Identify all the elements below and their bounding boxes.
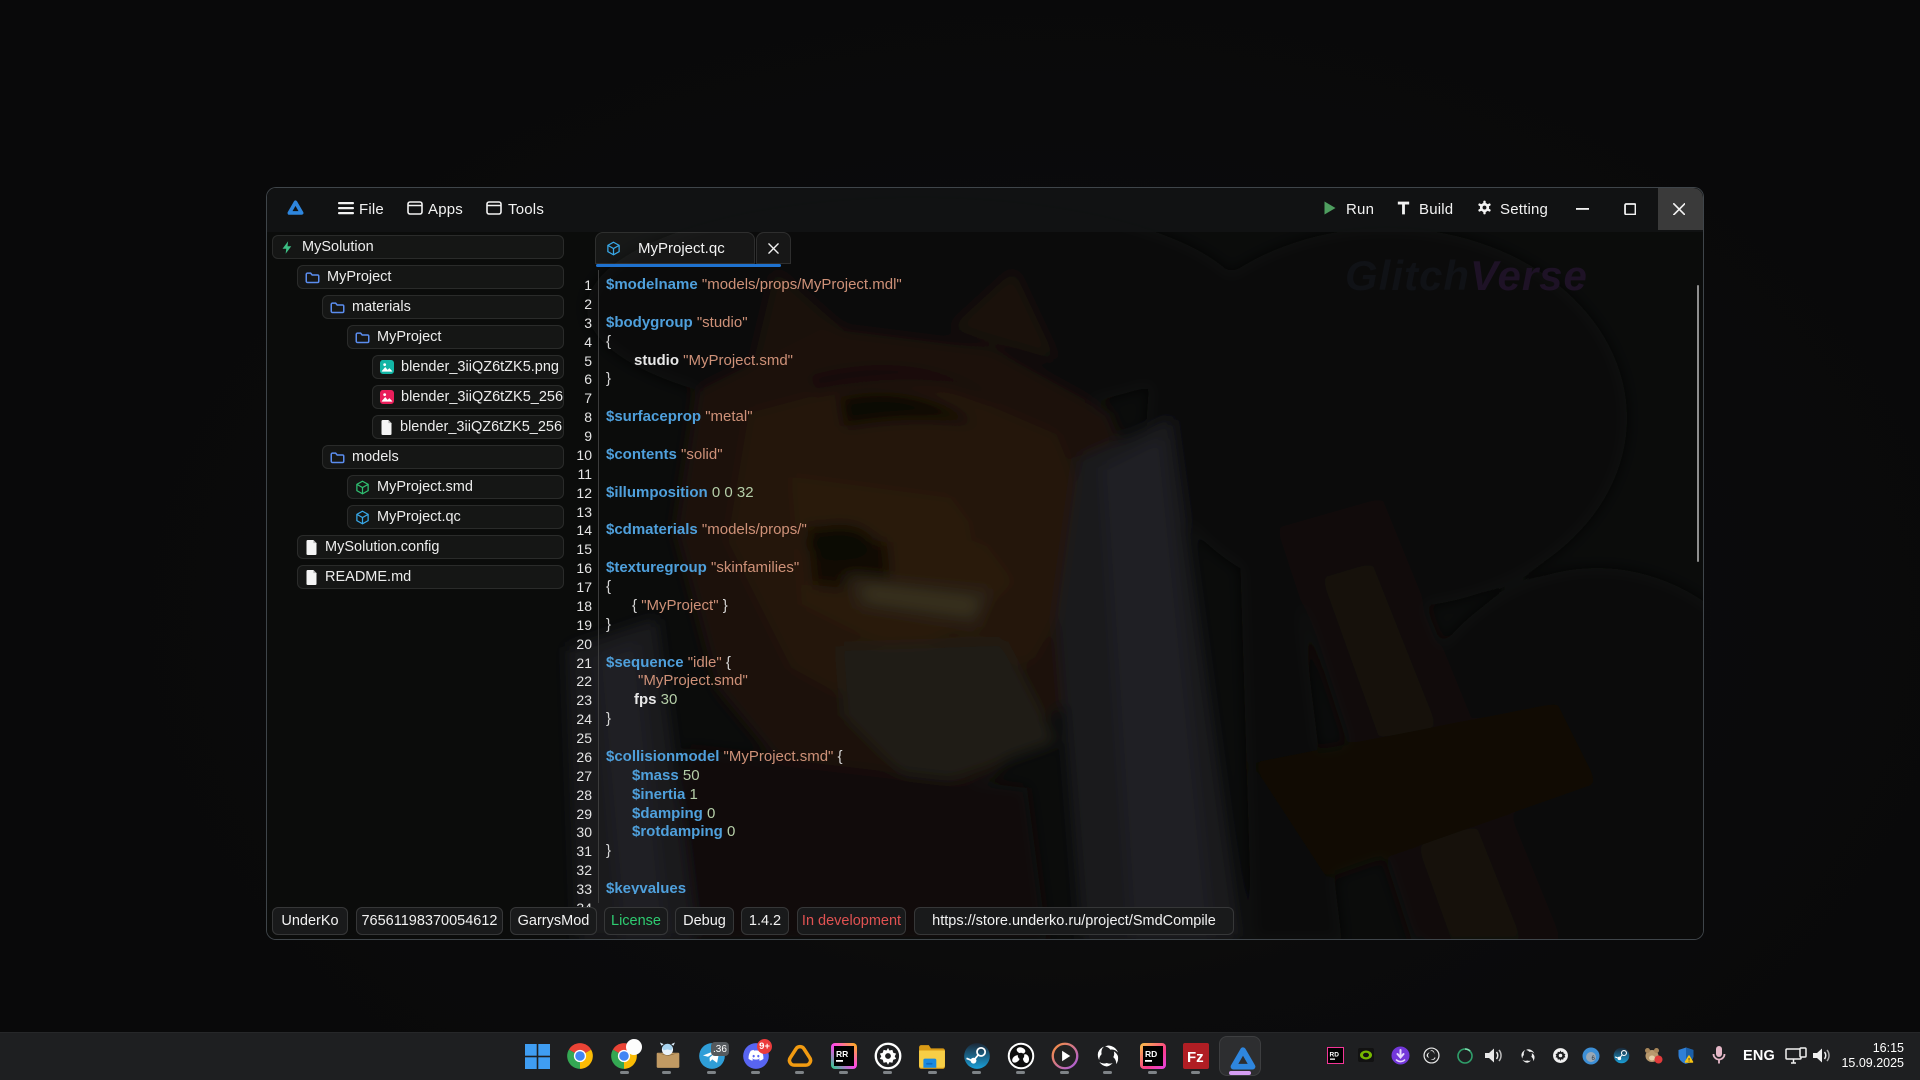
svg-text:RD: RD	[1330, 1052, 1340, 1059]
svg-text:RD: RD	[1145, 1049, 1157, 1059]
svg-text:RR: RR	[836, 1049, 848, 1059]
svg-text:Fz: Fz	[1187, 1049, 1204, 1066]
